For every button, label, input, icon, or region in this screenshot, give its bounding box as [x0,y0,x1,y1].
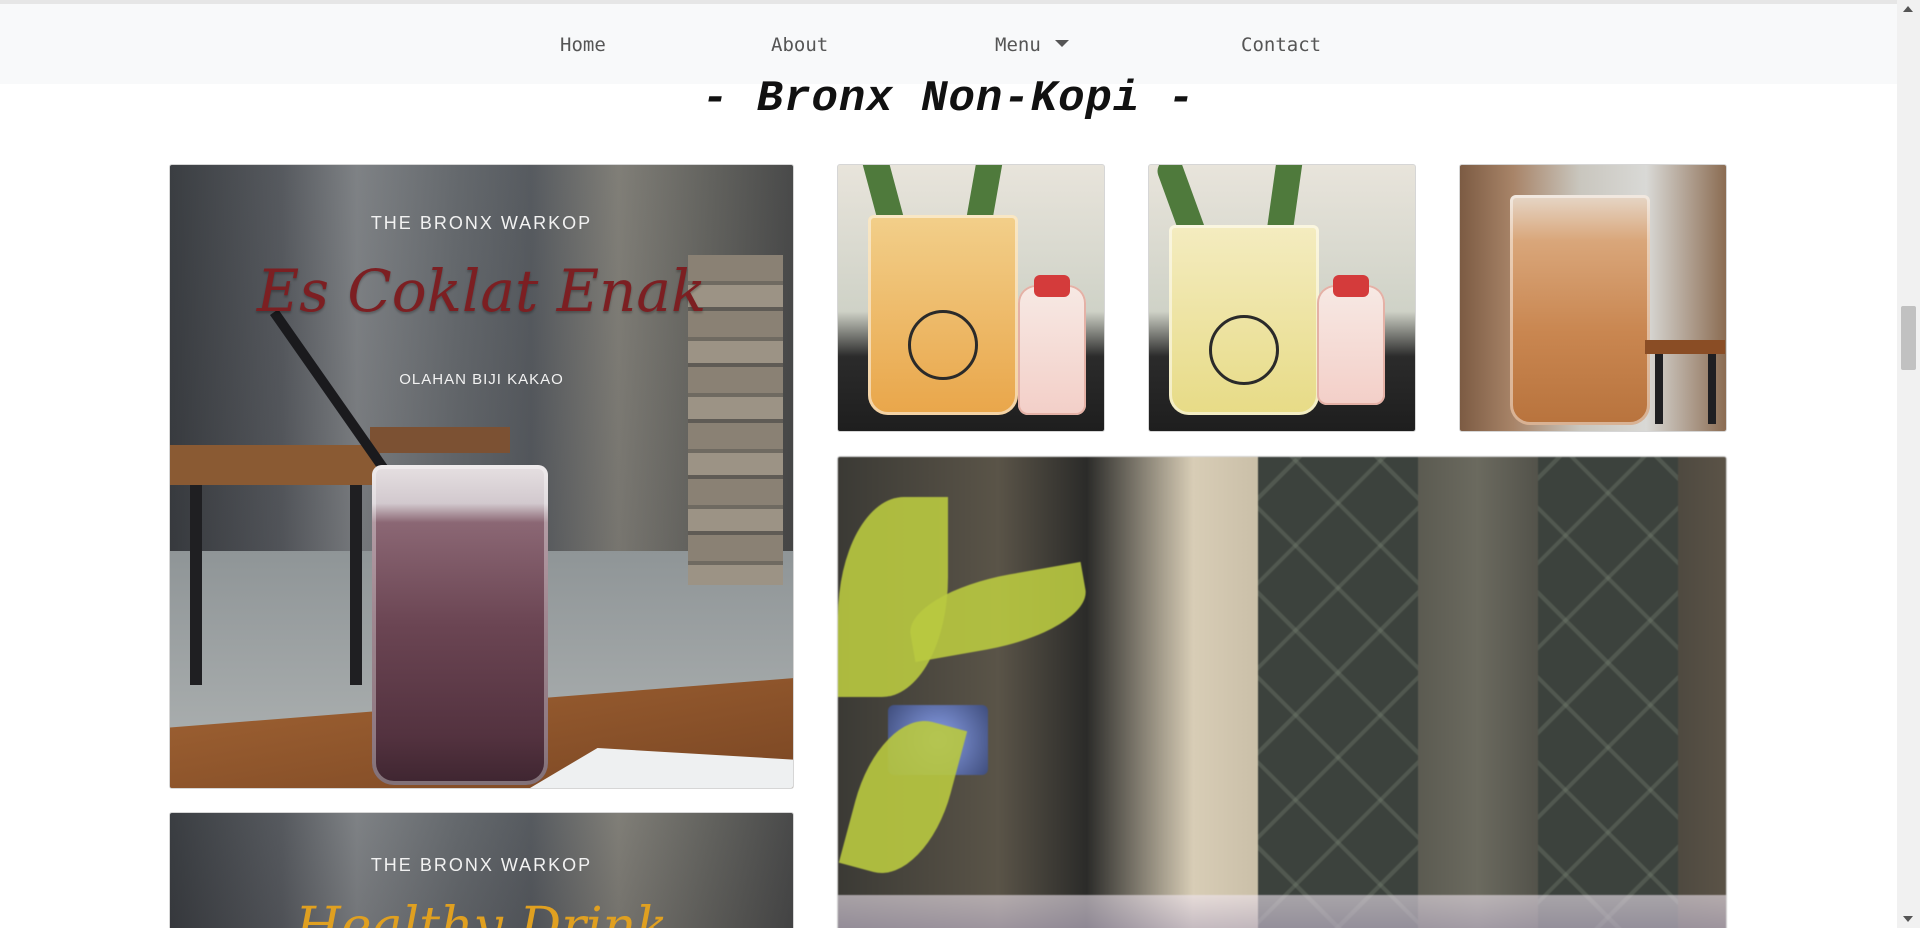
nav-menu-dropdown[interactable]: Menu [995,34,1069,56]
photo-bottle [1018,285,1086,415]
nav-menu-label: Menu [995,34,1041,56]
photo-bottle-cap [1333,275,1369,297]
photo-stool-leg [1655,354,1663,424]
card-es-coklat[interactable]: THE BRONX WARKOP Es Coklat Enak OLAHAN B… [169,164,794,789]
card-drink-orange[interactable] [837,164,1105,432]
section-title: - Bronx Non-Kopi - [701,74,1196,124]
card-subtitle: OLAHAN BIJI KAKAO [399,371,564,388]
photo-chocolate-glass [372,465,548,785]
card-title: Healthy Drink [295,897,668,928]
photo-door-pattern [1258,457,1418,928]
photo-cups [838,895,1726,928]
photo-table-leg [190,485,202,685]
photo-bottle-cap [1034,275,1070,297]
card-title: Es Coklat Enak [256,257,707,325]
photo-stool-leg [1708,354,1716,424]
photo-leaf [838,497,948,697]
photo-cup [1510,195,1650,425]
card-drink-milk-tea[interactable] [1459,164,1727,432]
photo-table-leg [350,485,362,685]
nav-home-link[interactable]: Home [560,34,606,56]
scroll-thumb[interactable] [1901,306,1916,370]
photo-table [370,427,510,453]
card-drink-yellow[interactable] [1148,164,1416,432]
photo-leaf [838,708,968,886]
photo-logo [908,310,978,380]
vertical-scrollbar[interactable] [1897,0,1920,928]
photo-logo [1209,315,1279,385]
photo-bottle [1317,285,1385,405]
scroll-down-arrow-icon[interactable] [1903,916,1913,922]
scroll-up-arrow-icon[interactable] [1903,6,1913,12]
nav-contact-link[interactable]: Contact [1241,34,1321,56]
nav-about-link[interactable]: About [771,34,828,56]
caret-down-icon [1054,40,1069,47]
photo-table [170,445,380,485]
photo-door-pattern [1538,457,1678,928]
card-brand: THE BRONX WARKOP [370,855,593,875]
photo-stool [1645,340,1725,354]
navbar: Home About Menu Contact [0,4,1897,84]
card-brand: THE BRONX WARKOP [370,213,593,233]
card-healthy-drink[interactable]: THE BRONX WARKOP Healthy Drink [169,812,794,928]
card-drinks-blurred-photo[interactable] [837,456,1727,928]
